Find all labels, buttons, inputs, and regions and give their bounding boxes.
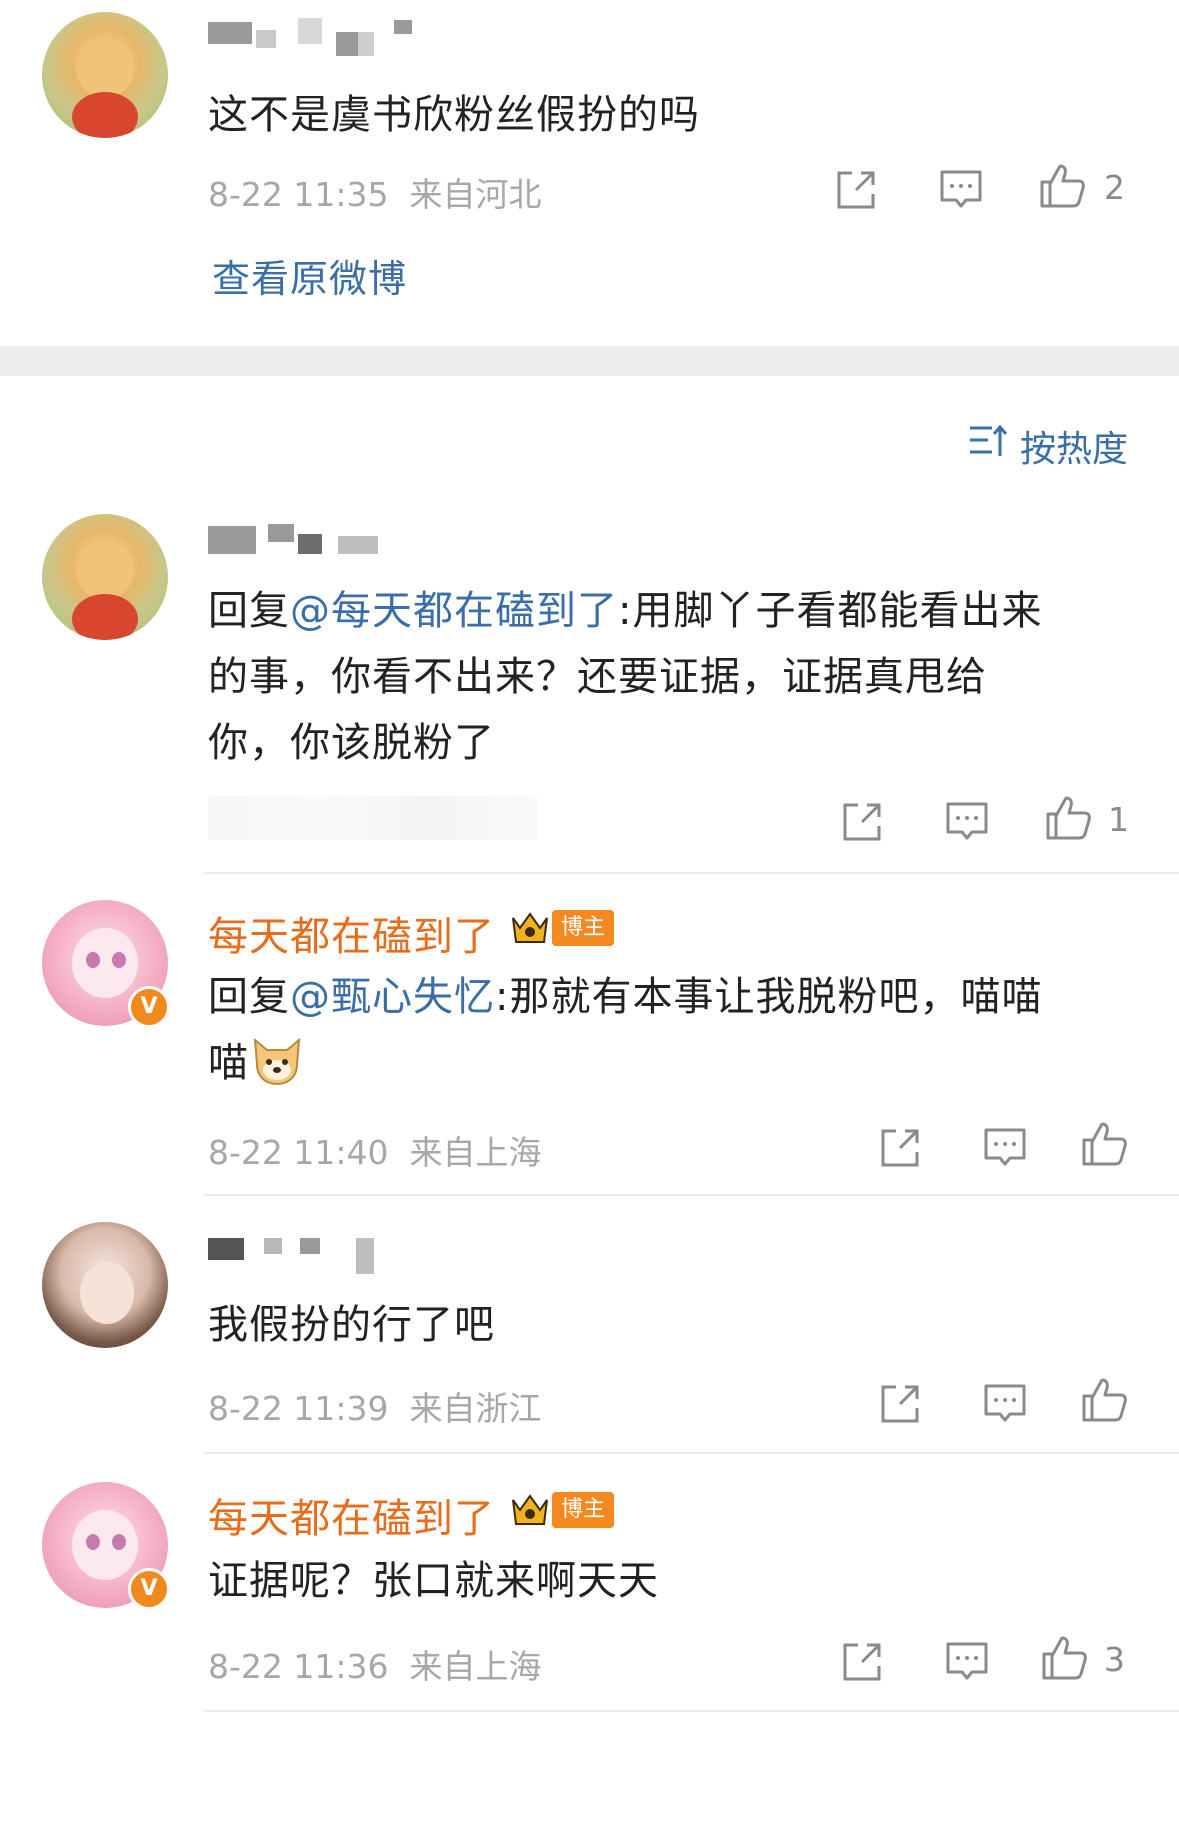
like-icon[interactable] [1080,1120,1128,1168]
comment-content: 证据呢？张口就来啊天天 [208,1558,659,1604]
dog-emoji-icon [253,1037,301,1086]
comment-icon[interactable] [982,1382,1028,1426]
post-time: 8-22 11:35 [208,175,389,214]
like-count: 3 [1104,1640,1125,1679]
verified-icon: V [128,986,170,1028]
badge-bozhu: 博主 [552,910,615,946]
like-icon[interactable] [1038,162,1086,210]
comment-icon[interactable] [938,168,984,212]
mention-link[interactable]: @每天都在磕到了 [290,588,618,634]
comment-content: 回复@甄心失忆:那就有本事让我脱粉吧，喵喵 喵 [208,974,1043,1086]
share-icon[interactable] [878,1382,922,1426]
post-meta: 8-22 11:35 来自河北 [208,168,541,216]
like-count: 2 [1104,168,1125,207]
share-icon[interactable] [834,168,878,212]
share-icon[interactable] [878,1126,922,1170]
username-blurred[interactable] [208,18,412,56]
comment-time: 8-22 11:36 [208,1647,389,1686]
comment-location: 来自上海 [409,1647,542,1686]
section-separator [0,346,1179,376]
comment-icon[interactable] [944,800,990,844]
blurred-meta [208,796,538,840]
divider [204,872,1179,874]
sort-icon[interactable] [968,422,1008,462]
verified-icon: V [128,1568,170,1610]
share-icon[interactable] [840,1640,884,1684]
avatar[interactable] [42,514,168,640]
like-icon[interactable] [1040,1634,1088,1682]
comment-content: 回复@每天都在磕到了:用脚丫子看都能看出来 的事，你看不出来？还要证据，证据真甩… [208,588,1043,766]
username[interactable]: 每天都在磕到了 [208,904,495,962]
divider [204,1194,1179,1196]
post-location: 来自河北 [409,175,542,214]
comment-meta: 8-22 11:40 来自上海 [208,1126,541,1174]
username[interactable]: 每天都在磕到了 [208,1486,495,1544]
divider [204,1710,1179,1712]
like-icon[interactable] [1080,1376,1128,1424]
comment-content: 我假扮的行了吧 [208,1302,495,1348]
divider [204,1452,1179,1454]
comment-icon[interactable] [944,1640,990,1684]
comment-time: 8-22 11:39 [208,1389,389,1428]
comment-location: 来自浙江 [409,1389,542,1428]
crown-icon [512,1494,548,1525]
comment-meta: 8-22 11:39 来自浙江 [208,1382,541,1430]
view-original-link[interactable]: 查看原微博 [212,248,407,303]
mention-link[interactable]: @甄心失忆 [290,974,495,1020]
post-content: 这不是虞书欣粉丝假扮的吗 [208,92,700,138]
avatar[interactable] [42,1222,168,1348]
like-icon[interactable] [1044,794,1092,842]
share-icon[interactable] [840,800,884,844]
badge-bozhu: 博主 [552,1492,615,1528]
avatar[interactable] [42,12,168,138]
username-blurred[interactable] [208,1238,378,1274]
comment-meta: 8-22 11:36 来自上海 [208,1640,541,1688]
like-count: 1 [1108,800,1129,839]
comment-location: 来自上海 [409,1133,542,1172]
comment-icon[interactable] [982,1126,1028,1170]
comment-time: 8-22 11:40 [208,1133,389,1172]
crown-icon [512,912,548,943]
sort-by-hot[interactable]: 按热度 [1020,420,1128,472]
username-blurred[interactable] [208,522,378,554]
